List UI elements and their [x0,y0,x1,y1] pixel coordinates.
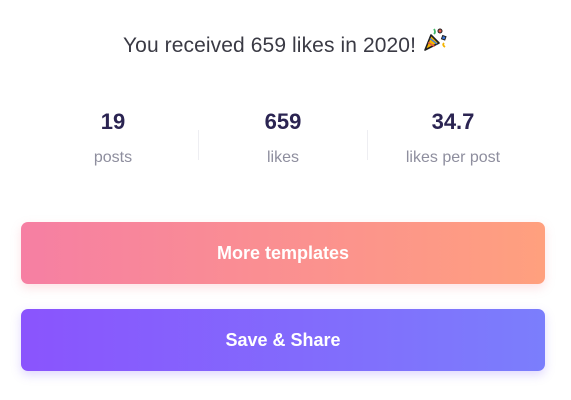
stat-likes-label: likes [266,149,299,166]
summary-message: You received 659 likes in 2020! [122,34,417,57]
stats-row: 19 posts 659 likes 34.7 likes per post [28,104,536,180]
stat-posts: 19 posts [28,104,198,176]
stat-likes-per-post-value: 34.7 [431,109,475,134]
save-share-button[interactable]: Save & Share [21,309,545,371]
party-popper-icon [422,26,448,61]
stat-likes-per-post: 34.7 likes per post [368,104,538,176]
stat-likes: 659 likes [198,104,368,176]
stat-posts-label: posts [93,149,133,166]
stat-likes-per-post-label: likes per post [405,149,501,166]
more-templates-button[interactable]: More templates [21,222,545,284]
summary-headline: You received 659 likes in 2020! [0,28,571,61]
stat-posts-value: 19 [100,109,126,134]
stat-likes-value: 659 [264,109,302,134]
